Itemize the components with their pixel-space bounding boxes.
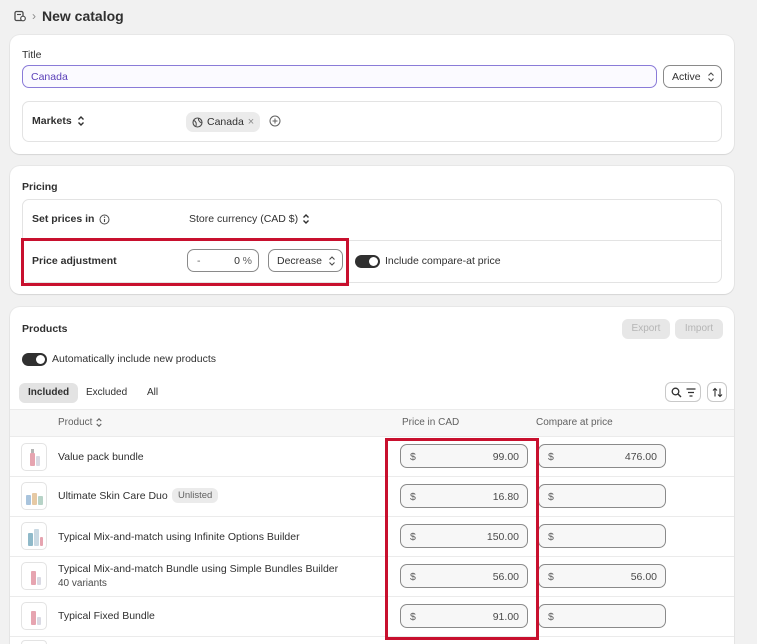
page-title: New catalog: [42, 8, 124, 24]
chevron-updown-icon: [707, 71, 715, 86]
product-column-header[interactable]: Product: [58, 417, 103, 428]
title-input[interactable]: Canada: [22, 65, 657, 88]
breadcrumb: › New catalog: [14, 7, 124, 25]
search-icon: [671, 387, 682, 398]
currency-symbol: $: [548, 451, 554, 463]
compare-price-input[interactable]: $476.00: [538, 444, 666, 468]
product-thumbnail: [21, 640, 47, 644]
row-divider: [10, 636, 734, 637]
title-input-value: Canada: [31, 71, 68, 83]
compare-price-input[interactable]: $: [538, 484, 666, 508]
compare-price-input[interactable]: $: [538, 604, 666, 628]
row-divider: [10, 556, 734, 557]
row-divider: [10, 516, 734, 517]
markets-row: Markets Canada ×: [22, 101, 722, 142]
title-label: Title: [22, 49, 42, 61]
compare-at-toggle[interactable]: [355, 255, 380, 268]
row-divider: [10, 596, 734, 597]
close-icon[interactable]: ×: [248, 116, 254, 128]
sort-button[interactable]: [707, 382, 727, 402]
currency-symbol: $: [548, 491, 554, 503]
product-name: Value pack bundle: [58, 451, 144, 463]
markets-selector[interactable]: Markets: [32, 115, 85, 127]
status-badge: Unlisted: [172, 488, 219, 503]
tab-excluded[interactable]: Excluded: [77, 383, 136, 403]
markets-label: Markets: [32, 115, 72, 127]
product-thumbnail: [21, 522, 47, 550]
product-thumbnail: [21, 602, 47, 630]
product-column-label: Product: [58, 417, 93, 428]
compare-price-input[interactable]: $: [538, 524, 666, 548]
product-thumbnail: [21, 443, 47, 471]
product-name: Typical Mix-and-match using Infinite Opt…: [58, 531, 300, 543]
tab-included[interactable]: Included: [19, 383, 79, 403]
product-thumbnail: [21, 562, 47, 590]
export-button[interactable]: Export: [622, 319, 670, 339]
status-select[interactable]: Active: [663, 65, 722, 88]
add-market-icon[interactable]: [269, 115, 281, 130]
compare-column-header: Compare at price: [536, 417, 613, 428]
title-card: Title Canada Active Markets Canada ×: [10, 35, 734, 154]
chevron-updown-icon: [96, 418, 103, 427]
products-heading: Products: [22, 323, 68, 335]
currency-value: Store currency (CAD $): [189, 213, 299, 225]
table-header: [10, 409, 734, 437]
compare-price-input[interactable]: $56.00: [538, 564, 666, 588]
price-column-header: Price in CAD: [402, 417, 460, 428]
info-icon[interactable]: [99, 214, 110, 225]
market-tag-label: Canada: [207, 116, 244, 128]
currency-symbol: $: [548, 571, 554, 583]
product-name: Ultimate Skin Care Duo: [58, 490, 168, 502]
chevron-updown-icon: [303, 214, 310, 224]
highlight-price-column: [385, 438, 539, 640]
import-button[interactable]: Import: [675, 319, 723, 339]
set-prices-label: Set prices in: [32, 213, 95, 225]
catalog-icon[interactable]: [14, 10, 26, 22]
currency-symbol: $: [548, 611, 554, 623]
currency-symbol: $: [548, 531, 554, 543]
sort-icon: [712, 387, 723, 398]
status-select-value: Active: [672, 71, 701, 83]
row-divider: [10, 476, 734, 477]
product-name: Typical Fixed Bundle: [58, 610, 155, 622]
tab-all[interactable]: All: [138, 383, 167, 403]
variant-count: 40 variants: [58, 578, 107, 589]
market-tag: Canada ×: [186, 112, 261, 132]
product-thumbnail: [21, 482, 47, 510]
breadcrumb-separator: ›: [32, 9, 36, 23]
filter-icon: [686, 388, 696, 397]
globe-icon: [192, 116, 203, 128]
compare-price-value: 56.00: [630, 571, 657, 583]
auto-include-toggle[interactable]: [22, 353, 47, 366]
currency-select[interactable]: Store currency (CAD $): [189, 213, 310, 225]
auto-include-label: Automatically include new products: [52, 353, 217, 365]
search-filter-button[interactable]: [665, 382, 701, 402]
set-prices-row: Set prices in: [32, 213, 110, 225]
compare-at-label: Include compare-at price: [385, 255, 501, 267]
product-name: Typical Mix-and-match Bundle using Simpl…: [58, 563, 339, 575]
chevron-updown-icon: [77, 116, 84, 126]
compare-price-value: 476.00: [624, 451, 657, 463]
highlight-price-adjustment: [21, 238, 349, 286]
pricing-heading: Pricing: [22, 181, 58, 193]
